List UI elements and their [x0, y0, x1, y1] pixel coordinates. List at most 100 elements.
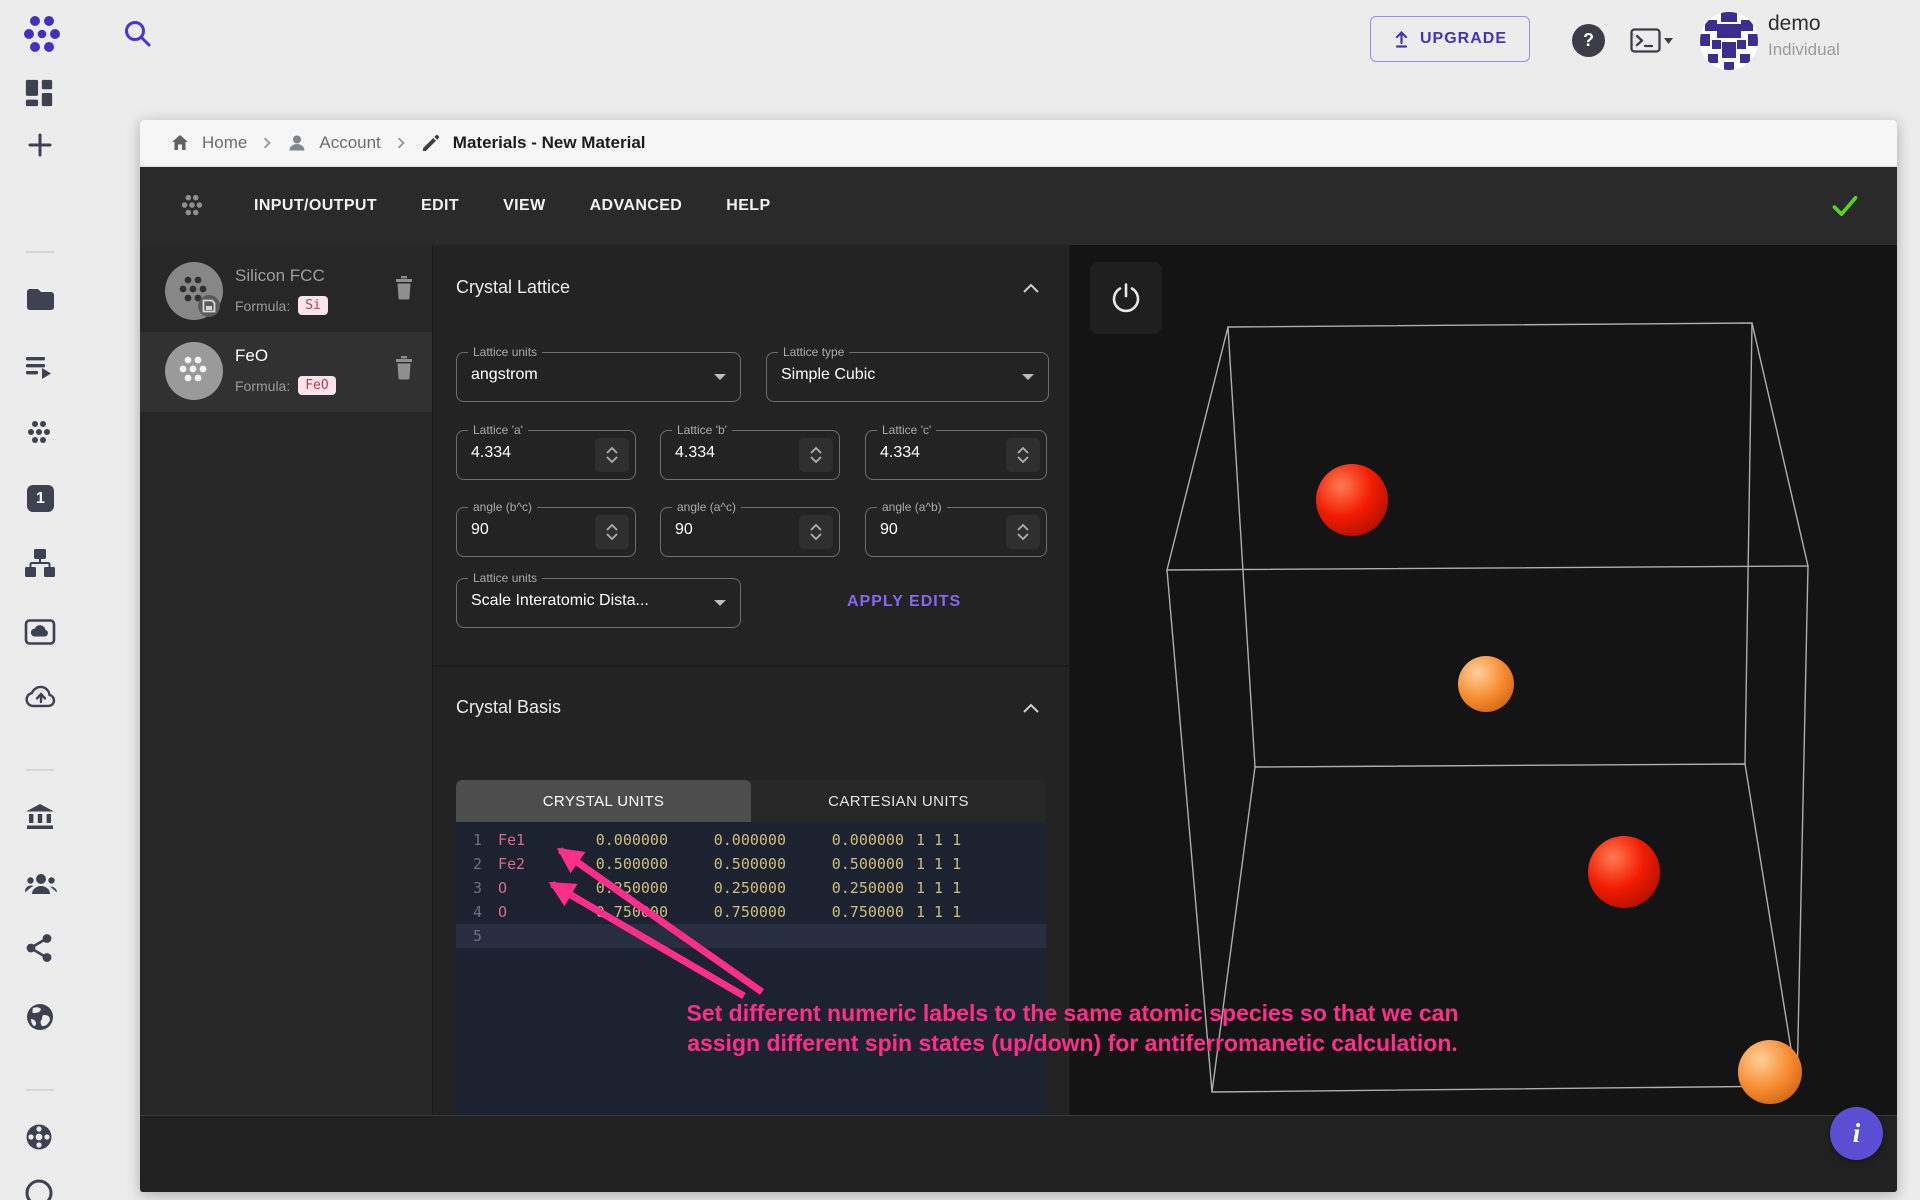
user-name[interactable]: demo: [1768, 12, 1821, 36]
crystal-basis-title: Crystal Basis: [456, 697, 561, 718]
field-label: angle (a^b): [877, 500, 947, 514]
line-number: 5: [456, 924, 482, 948]
menu-edit[interactable]: EDIT: [421, 197, 459, 215]
tab-cartesian-units[interactable]: CARTESIAN UNITS: [751, 780, 1046, 822]
atom-fe2[interactable]: [1588, 836, 1660, 908]
line-number: 4: [456, 900, 482, 924]
material-item-feo[interactable]: FeO Formula: FeO: [140, 332, 432, 412]
scale-units-select[interactable]: Lattice units Scale Interatomic Dista...: [456, 578, 741, 628]
basis-line[interactable]: 3 O 0.250000 0.250000 0.250000 1 1 1: [456, 876, 1046, 900]
chevron-right-icon: [259, 135, 275, 151]
rail-divider: [26, 1089, 54, 1091]
coord-x: 0.750000: [550, 900, 668, 924]
number-stepper[interactable]: [1006, 515, 1040, 549]
field-value: 4.334: [471, 444, 511, 462]
atom-symbol: Fe2: [498, 852, 550, 876]
upgrade-button[interactable]: UPGRADE: [1370, 16, 1530, 62]
sidebar-item-workflows[interactable]: [24, 548, 56, 578]
menu-input-output[interactable]: INPUT/OUTPUT: [254, 197, 377, 215]
line-number: 2: [456, 852, 482, 876]
material-avatar: [165, 262, 223, 320]
chevron-down-icon: [714, 374, 726, 380]
sidebar-item-create[interactable]: [27, 132, 53, 158]
structure-viewer-3d[interactable]: [1070, 245, 1897, 1115]
delete-material-icon[interactable]: [394, 274, 414, 300]
field-value: Simple Cubic: [781, 366, 875, 384]
lattice-c-input[interactable]: Lattice 'c' 4.334: [865, 430, 1047, 480]
collapse-lattice-icon[interactable]: [1023, 283, 1039, 293]
coord-flags: 1 1 1: [916, 828, 961, 852]
field-value: 90: [880, 521, 898, 539]
angle-bc-input[interactable]: angle (b^c) 90: [456, 507, 636, 557]
info-glyph: i: [1853, 1118, 1861, 1149]
angle-ac-input[interactable]: angle (a^c) 90: [660, 507, 840, 557]
lattice-b-input[interactable]: Lattice 'b' 4.334: [660, 430, 840, 480]
basis-units-tabs: CRYSTAL UNITS CARTESIAN UNITS: [456, 780, 1046, 822]
apply-edits-button[interactable]: APPLY EDITS: [833, 585, 975, 619]
sidebar-item-item-one[interactable]: 1: [27, 485, 54, 512]
avatar[interactable]: [1700, 12, 1758, 70]
number-stepper[interactable]: [1006, 438, 1040, 472]
number-stepper[interactable]: [595, 515, 629, 549]
breadcrumb-account[interactable]: Account: [319, 133, 380, 153]
basis-line-active[interactable]: 5: [456, 924, 1046, 948]
edit-pencil-icon: [421, 133, 441, 153]
angle-ab-input[interactable]: angle (a^b) 90: [865, 507, 1047, 557]
search-icon[interactable]: [122, 18, 154, 50]
atom-fe1[interactable]: [1316, 464, 1388, 536]
breadcrumb-home[interactable]: Home: [202, 133, 247, 153]
sidebar-item-projects[interactable]: [24, 285, 56, 313]
number-stepper[interactable]: [799, 438, 833, 472]
tab-crystal-units[interactable]: CRYSTAL UNITS: [456, 780, 751, 822]
sidebar-item-more[interactable]: [24, 1178, 54, 1200]
coord-flags: 1 1 1: [916, 852, 961, 876]
number-stepper[interactable]: [799, 515, 833, 549]
coord-z: 0.250000: [786, 876, 904, 900]
console-menu-icon[interactable]: [1630, 28, 1674, 54]
lattice-a-input[interactable]: Lattice 'a' 4.334: [456, 430, 636, 480]
basis-code-editor[interactable]: 1 Fe1 0.000000 0.000000 0.000000 1 1 1 2…: [456, 822, 1046, 1115]
rail-divider: [26, 769, 54, 771]
menu-advanced[interactable]: ADVANCED: [590, 197, 683, 215]
sidebar-item-cloud-upload[interactable]: [24, 682, 58, 712]
field-label: angle (a^c): [672, 500, 741, 514]
sidebar-item-materials[interactable]: [24, 419, 54, 447]
upgrade-label: UPGRADE: [1420, 30, 1507, 48]
info-button[interactable]: i: [1830, 1107, 1883, 1160]
basis-line[interactable]: 2 Fe2 0.500000 0.500000 0.500000 1 1 1: [456, 852, 1046, 876]
sidebar-item-media[interactable]: [24, 618, 56, 646]
sidebar-item-jobs[interactable]: [24, 354, 54, 382]
lattice-units-select[interactable]: Lattice units angstrom: [456, 352, 741, 402]
upload-arrow-icon: [1393, 30, 1410, 48]
field-value: 90: [675, 521, 693, 539]
delete-material-icon[interactable]: [394, 354, 414, 380]
materials-list-panel: Silicon FCC Formula: Si: [140, 245, 432, 1115]
number-stepper[interactable]: [595, 438, 629, 472]
sidebar-item-organization[interactable]: [24, 803, 56, 831]
menu-help[interactable]: HELP: [726, 197, 770, 215]
sidebar-item-teams[interactable]: [24, 871, 58, 897]
crystal-edit-panel: Crystal Lattice Lattice units angstrom L…: [432, 245, 1070, 1115]
collapse-basis-icon[interactable]: [1023, 703, 1039, 713]
atom-o2[interactable]: [1738, 1040, 1802, 1104]
sidebar-item-help-hub[interactable]: [24, 1122, 54, 1152]
sidebar-item-share[interactable]: [24, 932, 54, 964]
help-glyph: ?: [1583, 30, 1594, 51]
help-icon[interactable]: ?: [1572, 24, 1605, 57]
sidebar-item-dashboard[interactable]: [24, 78, 54, 108]
materials-designer-window: Home Account Materials - New Material: [140, 120, 1897, 1192]
atom-o1[interactable]: [1458, 656, 1514, 712]
material-item-silicon-fcc[interactable]: Silicon FCC Formula: Si: [140, 252, 432, 332]
menu-view[interactable]: VIEW: [503, 197, 546, 215]
coord-flags: 1 1 1: [916, 876, 961, 900]
field-label: Lattice 'a': [468, 423, 528, 437]
coord-x: 0.000000: [550, 828, 668, 852]
sidebar-item-public[interactable]: [24, 1001, 56, 1033]
formula-badge: Si: [298, 296, 328, 315]
lattice-type-select[interactable]: Lattice type Simple Cubic: [766, 352, 1049, 402]
app-logo[interactable]: [22, 12, 62, 56]
save-check-icon[interactable]: [1831, 194, 1859, 218]
coord-x: 0.250000: [550, 876, 668, 900]
basis-line[interactable]: 1 Fe1 0.000000 0.000000 0.000000 1 1 1: [456, 828, 1046, 852]
basis-line[interactable]: 4 O 0.750000 0.750000 0.750000 1 1 1: [456, 900, 1046, 924]
